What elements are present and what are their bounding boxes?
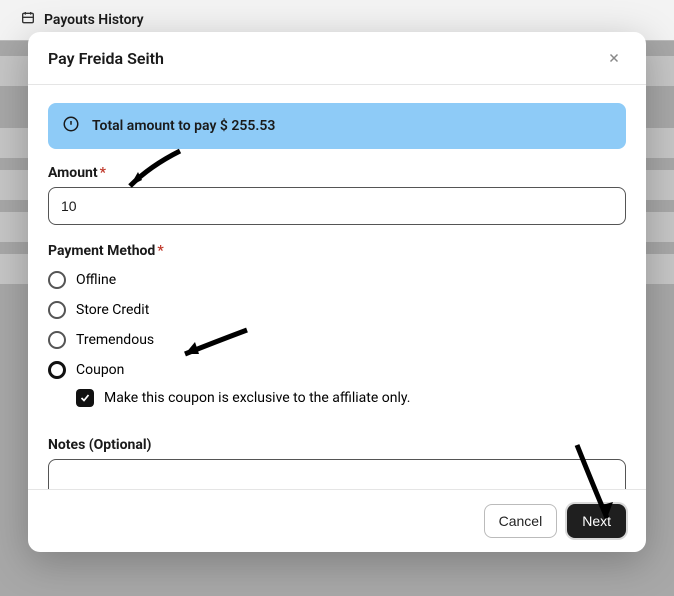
notes-label: Notes (Optional) xyxy=(48,437,626,453)
exclusive-checkbox-row[interactable]: Make this coupon is exclusive to the aff… xyxy=(48,385,626,423)
radio-icon xyxy=(48,271,66,289)
next-button[interactable]: Next xyxy=(567,504,626,538)
payment-method-group: Offline Store Credit Tremendous Coupon M… xyxy=(48,265,626,423)
modal-header: Pay Freida Seith xyxy=(28,32,646,85)
pay-modal: Pay Freida Seith Total amount to pay $ 2… xyxy=(28,32,646,552)
radio-tremendous[interactable]: Tremendous xyxy=(48,325,626,355)
radio-store-credit[interactable]: Store Credit xyxy=(48,295,626,325)
radio-icon xyxy=(48,361,66,379)
radio-label: Coupon xyxy=(76,362,124,378)
radio-label: Offline xyxy=(76,272,116,288)
amount-label: Amount* xyxy=(48,165,626,181)
info-icon xyxy=(62,115,80,137)
radio-label: Store Credit xyxy=(76,302,149,318)
total-amount-alert: Total amount to pay $ 255.53 xyxy=(48,103,626,149)
cancel-button[interactable]: Cancel xyxy=(484,504,558,538)
required-mark: * xyxy=(100,165,106,181)
modal-footer: Cancel Next xyxy=(28,489,646,552)
close-button[interactable] xyxy=(602,46,626,70)
modal-title: Pay Freida Seith xyxy=(48,49,164,68)
radio-label: Tremendous xyxy=(76,332,154,348)
radio-offline[interactable]: Offline xyxy=(48,265,626,295)
required-mark: * xyxy=(157,243,163,259)
payment-method-label: Payment Method* xyxy=(48,243,626,259)
page-title: Payouts History xyxy=(44,12,144,28)
amount-input[interactable] xyxy=(48,187,626,225)
payment-method-label-text: Payment Method xyxy=(48,243,155,259)
checkbox-icon xyxy=(76,389,94,407)
radio-icon xyxy=(48,331,66,349)
exclusive-label: Make this coupon is exclusive to the aff… xyxy=(104,390,410,406)
history-icon xyxy=(20,10,36,30)
radio-coupon[interactable]: Coupon xyxy=(48,355,626,385)
amount-label-text: Amount xyxy=(48,165,98,181)
modal-body: Total amount to pay $ 255.53 Amount* Pay… xyxy=(28,85,646,489)
notes-input[interactable] xyxy=(48,459,626,489)
radio-icon xyxy=(48,301,66,319)
alert-text: Total amount to pay $ 255.53 xyxy=(92,118,275,134)
